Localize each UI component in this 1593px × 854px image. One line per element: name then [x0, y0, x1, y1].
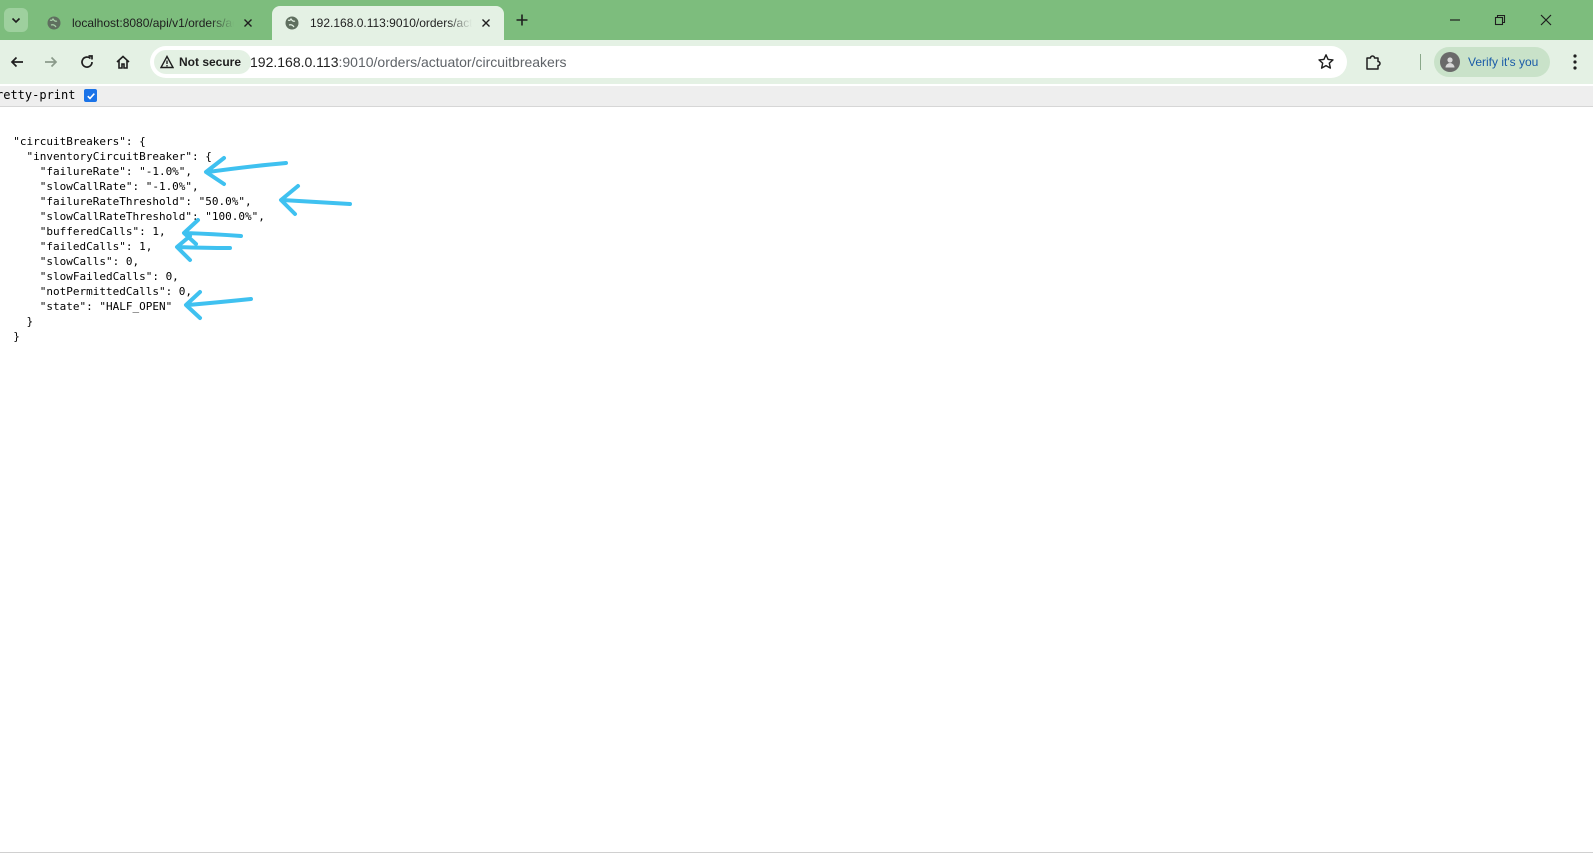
status-divider: [0, 852, 1593, 853]
url-path: :9010/orders/actuator/circuitbreakers: [338, 54, 567, 70]
globe-icon: [285, 16, 299, 30]
annotation-overlay: [175, 156, 352, 320]
reload-icon: [81, 55, 93, 68]
restore-button[interactable]: [1490, 10, 1510, 30]
close-window-button[interactable]: [1536, 10, 1556, 30]
json-line: "circuitBreakers": {: [0, 135, 146, 148]
json-line: "inventoryCircuitBreaker": {: [0, 150, 212, 163]
restore-icon: [1494, 14, 1506, 26]
profile-icon: [1445, 57, 1455, 68]
tab-search-button[interactable]: [4, 8, 28, 32]
json-line: "state": "HALF_OPEN": [0, 300, 173, 313]
tab-localhost-orders[interactable]: localhost:8080/api/v1/orders/actuator: [34, 6, 266, 40]
close-icon: [244, 19, 252, 27]
home-icon: [116, 55, 130, 69]
json-line: "slowCalls": 0,: [0, 255, 140, 268]
annotation-arrow-icon: [279, 184, 352, 216]
pretty-print-checkbox[interactable]: [84, 89, 97, 102]
back-button[interactable]: [6, 51, 28, 73]
address-bar[interactable]: Not secure 192.168.0.113:9010/orders/act…: [150, 46, 1347, 78]
home-button[interactable]: [112, 51, 134, 73]
json-line: "failedCalls": 1,: [0, 240, 153, 253]
bookmark-star-icon[interactable]: [1317, 53, 1335, 71]
puzzle-icon: [1366, 55, 1381, 70]
tab-title: localhost:8080/api/v1/orders/actuator: [72, 16, 234, 30]
site-info-button[interactable]: Not secure: [154, 50, 252, 74]
arrow-left-icon: [10, 56, 23, 68]
avatar: [1440, 52, 1460, 72]
url-text[interactable]: 192.168.0.113:9010/orders/actuator/circu…: [250, 54, 567, 70]
profile-verify-label: Verify it's you: [1468, 55, 1539, 69]
toolbar-divider: [1420, 54, 1421, 70]
json-content: "circuitBreakers": { "inventoryCircuitBr…: [0, 134, 265, 344]
menu-button[interactable]: [1564, 51, 1586, 73]
reload-button[interactable]: [76, 51, 98, 73]
plus-icon: [516, 14, 528, 26]
pretty-print-label: retty-print: [0, 88, 76, 102]
profile-verify-button[interactable]: Verify it's you: [1434, 47, 1550, 77]
checkmark-icon: [86, 92, 95, 100]
tab-title: 192.168.0.113:9010/orders/actuator/circu…: [310, 16, 472, 30]
json-line: "slowCallRate": "-1.0%",: [0, 180, 199, 193]
toolbar: Not secure 192.168.0.113:9010/orders/act…: [0, 40, 1593, 84]
new-tab-button[interactable]: [512, 10, 532, 30]
arrow-right-icon: [45, 56, 58, 68]
json-line: "failureRate": "-1.0%",: [0, 165, 193, 178]
json-line: }: [0, 330, 20, 343]
security-label: Not secure: [179, 55, 242, 69]
json-line: "bufferedCalls": 1,: [0, 225, 166, 238]
forward-button[interactable]: [40, 51, 62, 73]
close-icon: [1540, 14, 1552, 26]
close-icon: [482, 19, 490, 27]
warning-icon: [160, 55, 174, 69]
tab-circuitbreakers[interactable]: 192.168.0.113:9010/orders/actuator/circu…: [272, 6, 504, 40]
json-line: "notPermittedCalls": 0,: [0, 285, 193, 298]
pretty-print-bar: retty-print: [0, 86, 1593, 107]
chevron-down-icon: [11, 17, 21, 24]
extensions-button[interactable]: [1362, 51, 1384, 73]
json-line: "slowFailedCalls": 0,: [0, 270, 179, 283]
tab-close-button[interactable]: [240, 15, 256, 31]
json-line: "failureRateThreshold": "50.0%",: [0, 195, 252, 208]
globe-icon: [47, 16, 61, 30]
kebab-menu-icon: [1573, 54, 1577, 70]
browser-window: localhost:8080/api/v1/orders/actuator 19…: [0, 0, 1593, 854]
url-host: 192.168.0.113: [250, 54, 339, 70]
tab-strip: localhost:8080/api/v1/orders/actuator 19…: [0, 0, 1593, 40]
minimize-button[interactable]: [1445, 10, 1465, 30]
minimize-icon: [1450, 19, 1460, 21]
json-line: }: [0, 315, 34, 328]
json-line: "slowCallRateThreshold": "100.0%",: [0, 210, 265, 223]
tab-close-button[interactable]: [478, 15, 494, 31]
